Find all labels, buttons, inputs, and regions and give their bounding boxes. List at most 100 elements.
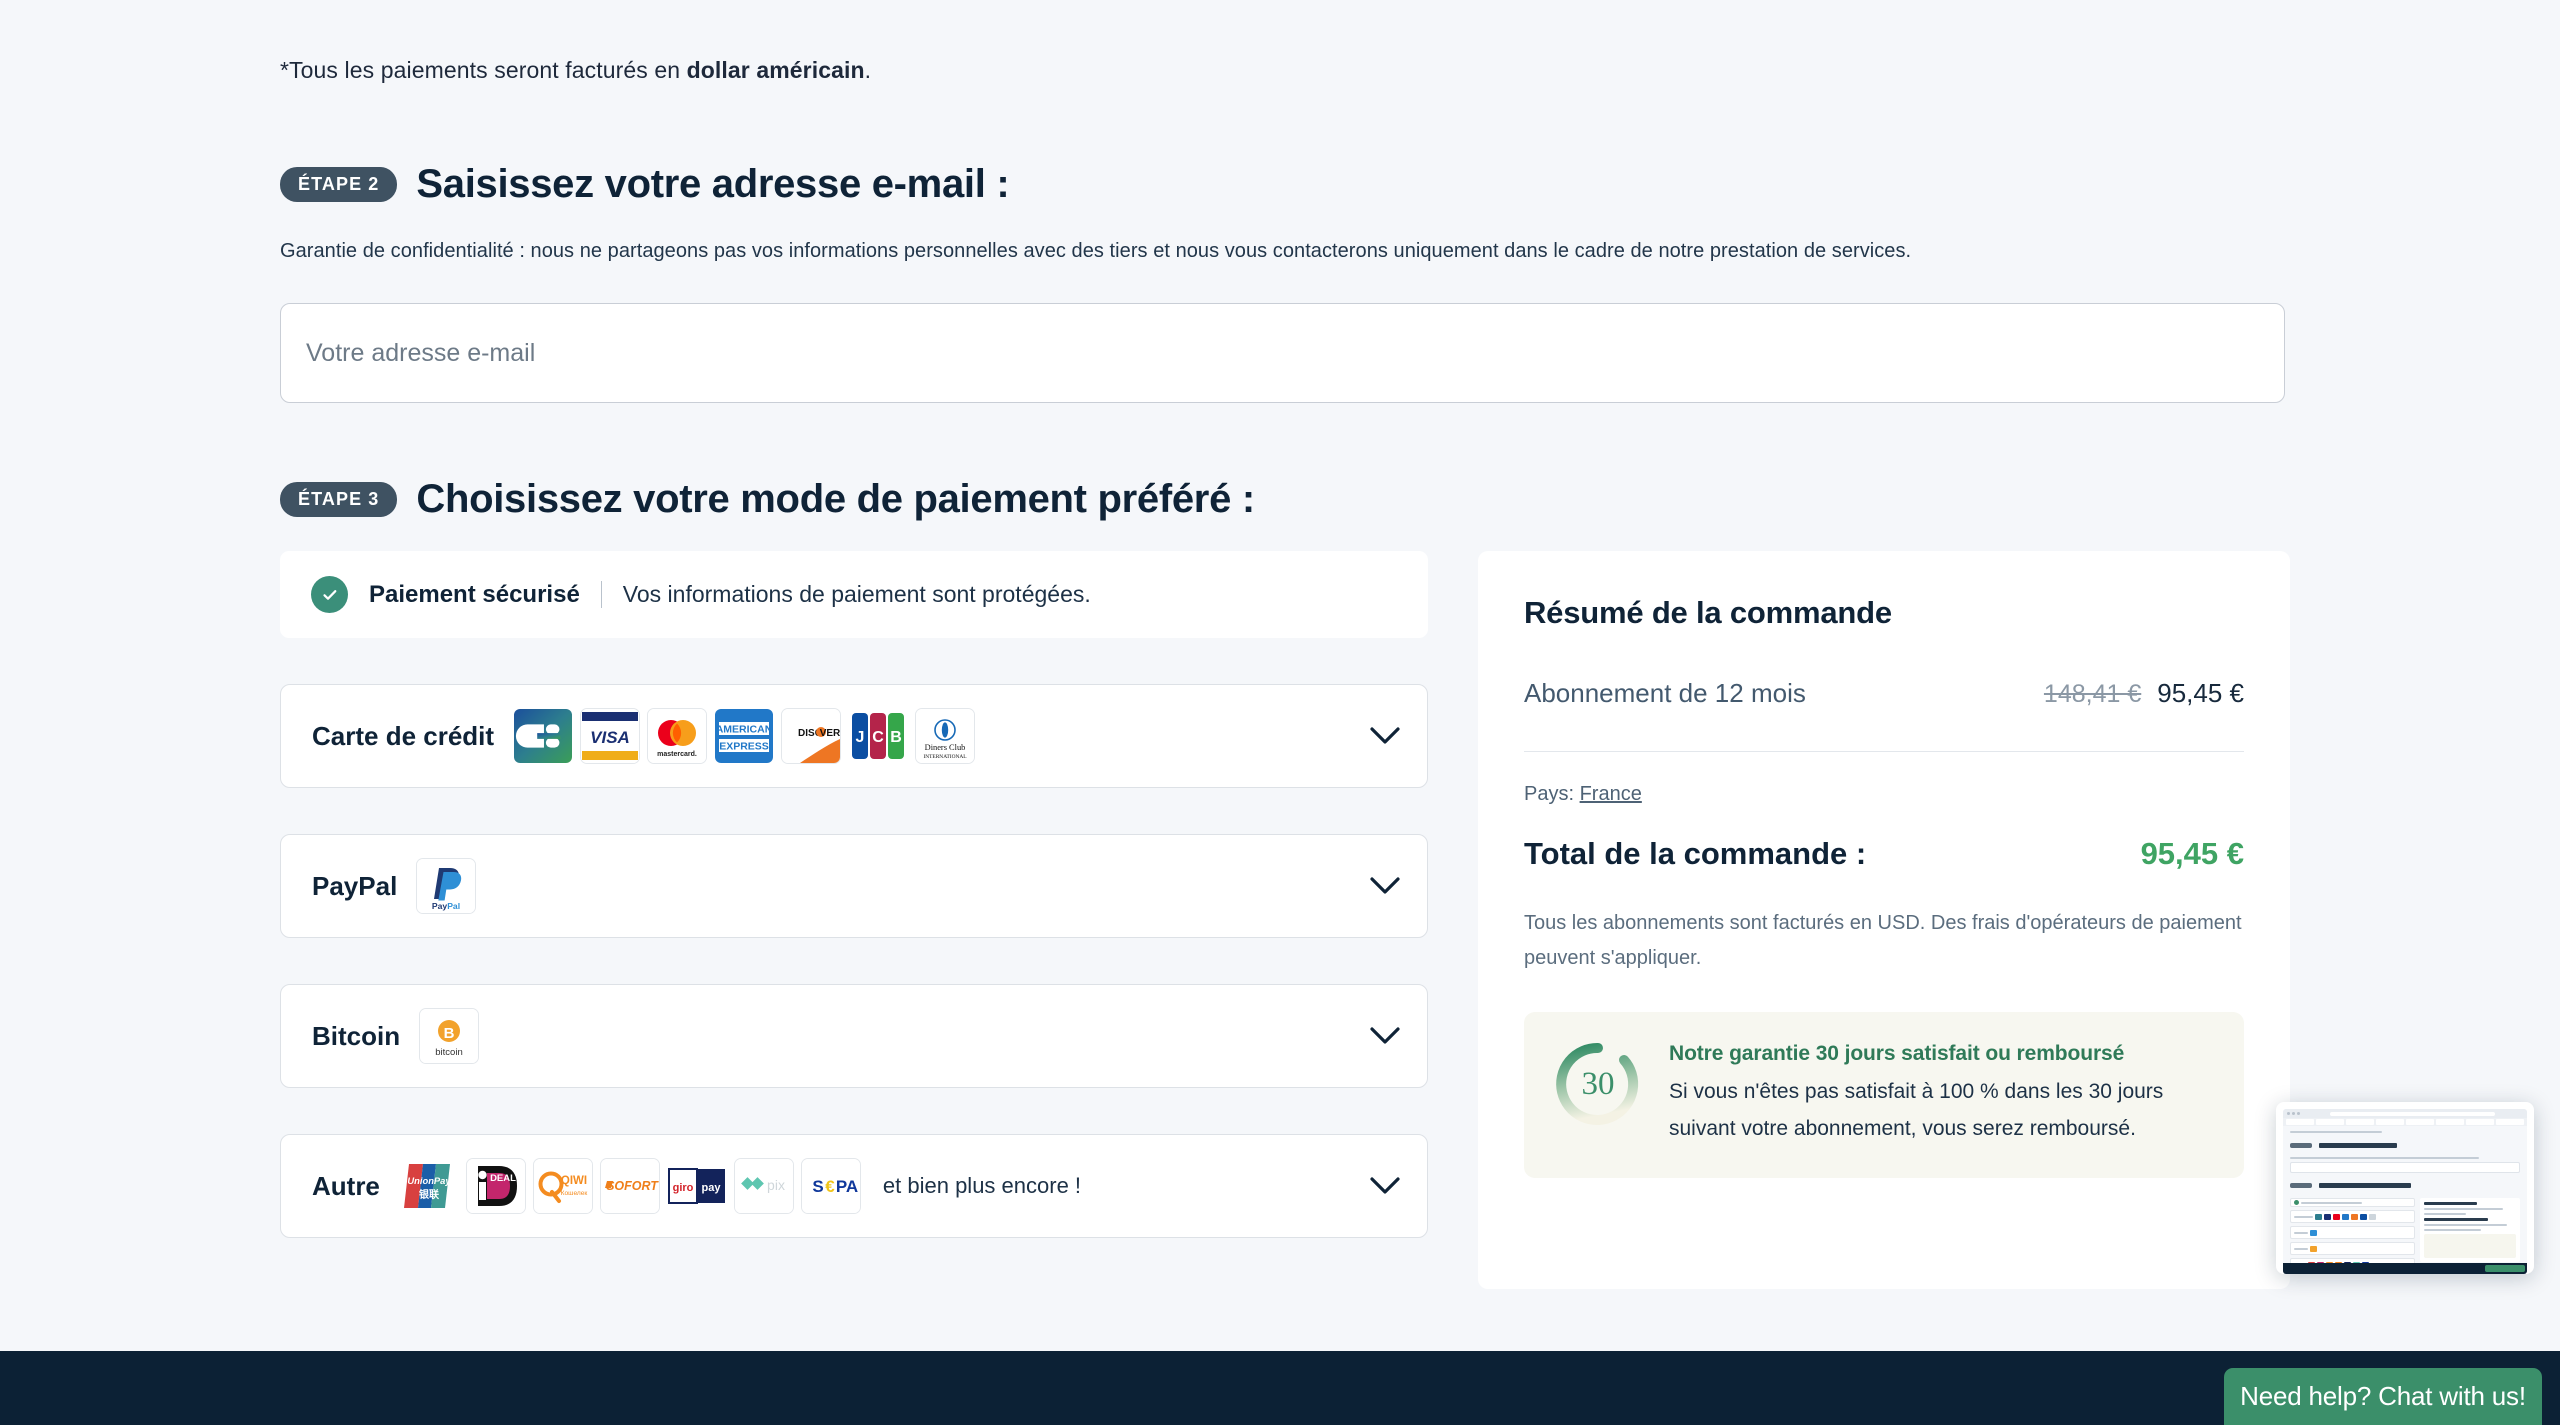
preview-tab	[2466, 1119, 2494, 1125]
preview-dot	[2297, 1112, 2300, 1115]
preview-line	[2424, 1208, 2504, 1210]
guarantee-badge-number: 30	[1581, 1065, 1615, 1102]
chat-with-us-button[interactable]: Need help? Chat with us!	[2224, 1368, 2542, 1425]
preview-card-row	[2290, 1226, 2415, 1239]
svg-text:giro: giro	[673, 1182, 694, 1194]
svg-text:bitcoin: bitcoin	[435, 1047, 462, 1058]
svg-text:UnionPay: UnionPay	[407, 1175, 451, 1186]
billing-fine-print: Tous les abonnements sont facturés en US…	[1524, 912, 2242, 969]
secure-payment-title: Paiement sécurisé	[369, 580, 580, 608]
divider	[600, 581, 602, 608]
preview-tab	[2376, 1119, 2404, 1125]
preview-page-body	[2283, 1126, 2527, 1274]
svg-text:€: €	[825, 1177, 835, 1196]
preview-chat-button	[2485, 1265, 2525, 1272]
preview-line	[2424, 1202, 2478, 1205]
preview-browser-toolbar	[2283, 1109, 2527, 1118]
preview-heading	[2319, 1143, 2398, 1149]
preview-step-3	[2290, 1177, 2520, 1195]
preview-line	[2424, 1229, 2482, 1231]
sepa-icon: S € PA	[800, 1158, 861, 1214]
payment-method-paypal[interactable]: PayPal PayPal	[280, 834, 1428, 938]
payment-method-label: Bitcoin	[312, 1020, 401, 1051]
currency-note: *Tous les paiements seront facturés en d…	[280, 57, 871, 84]
preview-tab	[2496, 1119, 2524, 1125]
preview-browser-mock	[2283, 1109, 2527, 1274]
preview-dot	[2287, 1112, 2290, 1115]
diners-club-icon: Diners Club INTERNATIONAL	[915, 708, 976, 764]
amex-icon: AMERICAN EXPRESS	[714, 708, 775, 764]
preview-logo	[2342, 1213, 2349, 1220]
checkout-page: *Tous les paiements seront facturés en d…	[0, 0, 2560, 1425]
payment-method-bitcoin[interactable]: Bitcoin B bitcoin	[280, 984, 1428, 1088]
payment-method-other[interactable]: Autre UnionPay 银联 DEAL QIWI Кошелек SOFO…	[280, 1134, 1428, 1238]
bitcoin-icon: B bitcoin	[419, 1008, 480, 1064]
step-2-header: ÉTAPE 2 Saisissez votre adresse e-mail :	[280, 162, 1010, 207]
secure-payment-text: Vos informations de paiement sont protég…	[622, 581, 1091, 607]
step-3-header: ÉTAPE 3 Choisissez votre mode de paiemen…	[280, 477, 1255, 522]
currency-note-bold: dollar américain	[686, 57, 865, 83]
svg-text:S: S	[812, 1177, 823, 1196]
country-value-link[interactable]: France	[1580, 783, 1642, 805]
payment-logos: VISA mastercard. AMERICAN EXPRESS DISC V…	[513, 708, 976, 764]
svg-text:pix: pix	[767, 1177, 785, 1193]
svg-text:EXPRESS: EXPRESS	[719, 741, 769, 753]
mastercard-icon: mastercard.	[647, 708, 708, 764]
chevron-down-icon[interactable]	[1367, 1168, 1403, 1204]
country-label: Pays:	[1524, 783, 1575, 805]
subscription-line: Abonnement de 12 mois 148,41 € 95,45 €	[1524, 678, 2244, 709]
svg-text:pay: pay	[701, 1182, 721, 1194]
svg-text:Diners Club: Diners Club	[925, 743, 966, 752]
ideal-icon: DEAL	[465, 1158, 526, 1214]
discover-icon: DISC VER	[781, 708, 842, 764]
page-footer	[0, 1351, 2560, 1425]
step-3-badge: ÉTAPE 3	[280, 482, 398, 517]
order-total-row: Total de la commande : 95,45 €	[1524, 836, 2244, 872]
unionpay-icon: UnionPay 银联	[398, 1158, 459, 1214]
preview-card-row	[2290, 1210, 2415, 1223]
guarantee-text-block: Notre garantie 30 jours satisfait ou rem…	[1669, 1038, 2216, 1148]
svg-text:DEAL: DEAL	[490, 1173, 516, 1184]
svg-text:Кошелек: Кошелек	[561, 1190, 588, 1197]
chevron-down-icon[interactable]	[1367, 718, 1403, 754]
guarantee-30-days-icon: 30	[1552, 1038, 1644, 1130]
preview-summary-panel	[2420, 1198, 2520, 1262]
payment-method-label: PayPal	[312, 870, 398, 901]
email-input[interactable]	[280, 303, 2285, 403]
payment-method-credit-card[interactable]: Carte de crédit VISA mastercard. AMERICA…	[280, 684, 1428, 788]
preview-heading	[2319, 1183, 2412, 1189]
preview-line	[2294, 1231, 2308, 1234]
preview-line	[2294, 1247, 2308, 1250]
svg-text:B: B	[890, 729, 902, 746]
payment-method-label: Autre	[312, 1170, 380, 1201]
preview-logo	[2351, 1213, 2358, 1220]
privacy-note: Garantie de confidentialité : nous ne pa…	[280, 240, 1912, 262]
preview-badge	[2290, 1183, 2312, 1189]
svg-text:AMERICAN: AMERICAN	[716, 724, 773, 736]
preview-tab	[2436, 1119, 2464, 1125]
svg-text:VER: VER	[820, 728, 840, 739]
payment-logos: UnionPay 银联 DEAL QIWI Кошелек SOFORT gir…	[398, 1158, 861, 1214]
preview-dot	[2292, 1112, 2295, 1115]
preview-footer	[2283, 1263, 2527, 1274]
preview-tab	[2286, 1119, 2314, 1125]
svg-text:SOFORT: SOFORT	[606, 1179, 659, 1193]
payment-method-more-text: et bien plus encore !	[882, 1173, 1082, 1198]
divider	[1524, 751, 2244, 752]
order-total-label: Total de la commande :	[1524, 836, 1867, 871]
preview-line	[2290, 1131, 2382, 1133]
page-preview-thumbnail[interactable]	[2276, 1102, 2534, 1274]
sofort-icon: SOFORT	[599, 1158, 660, 1214]
preview-step-2	[2290, 1137, 2520, 1155]
chevron-down-icon[interactable]	[1367, 868, 1403, 904]
svg-text:B: B	[444, 1025, 455, 1042]
preview-badge	[2290, 1143, 2312, 1149]
cb-icon	[513, 708, 574, 764]
preview-logo	[2324, 1213, 2331, 1220]
subscription-prices: 148,41 € 95,45 €	[2044, 678, 2244, 709]
order-total-value: 95,45 €	[2140, 836, 2244, 871]
svg-text:J: J	[856, 729, 865, 746]
chevron-down-icon[interactable]	[1367, 1018, 1403, 1054]
order-summary-panel: Résumé de la commande Abonnement de 12 m…	[1478, 551, 2290, 1289]
svg-text:mastercard.: mastercard.	[657, 751, 697, 758]
